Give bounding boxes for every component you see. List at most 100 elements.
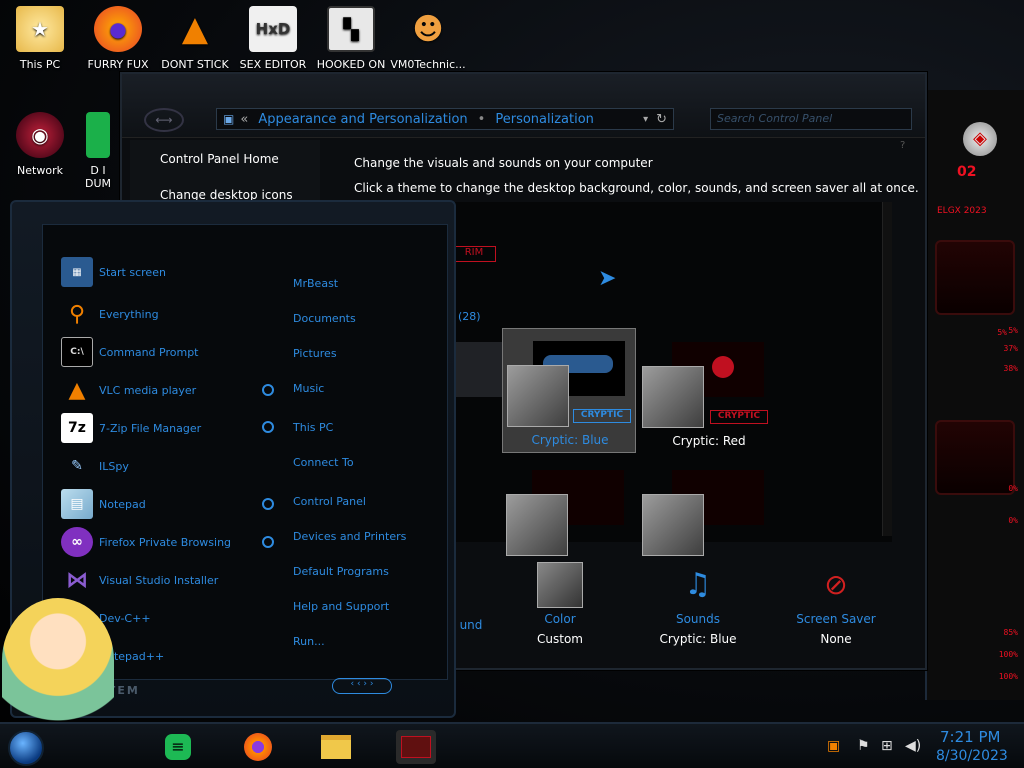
start-link-mrbeast[interactable]: MrBeast (293, 277, 338, 290)
theme-item-cryptic-red[interactable]: CRYPTIC Cryptic: Red (642, 330, 776, 455)
submenu-arrow-icon[interactable] (262, 384, 274, 396)
start-link-run[interactable]: Run... (293, 635, 325, 648)
hxd-icon: HxD (249, 6, 297, 52)
screen-saver-link[interactable]: ⊘ Screen Saver None (781, 562, 891, 646)
theme-settings-bar: und Color Custom ♫ Sounds Cryptic: Blue … (452, 552, 922, 662)
tray-network-icon[interactable]: ⊞ (881, 738, 893, 754)
submenu-arrow-icon[interactable] (262, 498, 274, 510)
person-icon: ☻ (412, 11, 444, 47)
alien-meter-1: 5% (935, 240, 1015, 337)
alien-pct-5: 0% (1008, 516, 1018, 525)
star-character-image (2, 598, 114, 722)
taskbar-game[interactable] (396, 730, 436, 764)
firefox-icon (244, 733, 272, 761)
theme-color-swatch (507, 365, 569, 427)
private-browsing-icon: ∞ (61, 527, 93, 557)
gallery-scrollbar[interactable] (882, 202, 892, 536)
theme-item-row2-a[interactable] (502, 458, 636, 556)
start-menu-body: ▦ Start screen ⚲ Everything C:\ Command Pro… (42, 224, 448, 680)
desktop-icon-this-pc[interactable]: ★ This PC (0, 6, 80, 71)
start-button-orb-icon[interactable] (8, 730, 44, 766)
mouse-cursor-icon: ➤ (598, 266, 617, 291)
desktop-icon-hooked-on[interactable]: ▚ HOOKED ON (311, 6, 391, 71)
color-link[interactable]: Color Custom (505, 562, 615, 646)
app-notepad[interactable]: ▤ Notepad (61, 488, 146, 520)
app-ilspy[interactable]: ✎ ILSpy (61, 450, 129, 482)
app-vlc[interactable]: ▲ VLC media player (61, 374, 197, 406)
back-forward-icon[interactable]: ⟷ (144, 108, 184, 132)
notepad-icon: ▤ (61, 489, 93, 519)
app-7zip[interactable]: 7z 7-Zip File Manager (61, 412, 201, 444)
submenu-arrow-icon[interactable] (262, 421, 274, 433)
refresh-icon[interactable]: ↻ (656, 112, 667, 127)
page-heading: Change the visuals and sounds on your co… (354, 156, 653, 170)
control-panel-titlebar: ⟷ ▣ « Appearance and Personalization • P… (122, 74, 925, 138)
breadcrumb-appearance[interactable]: Appearance and Personalization (258, 112, 467, 127)
start-link-connect-to[interactable]: Connect To (293, 456, 354, 469)
search-input[interactable]: Search Control Panel (710, 108, 912, 130)
screen-saver-icon: ⊘ (824, 568, 848, 601)
address-bar[interactable]: ▣ « Appearance and Personalization • Per… (216, 108, 674, 130)
app-command-prompt[interactable]: C:\ Command Prompt (61, 336, 199, 368)
tray-volume-icon[interactable]: ◀) (905, 738, 921, 754)
game-icon (401, 736, 431, 758)
alien-pct-1: 5% (1008, 326, 1018, 335)
start-link-pictures[interactable]: Pictures (293, 347, 337, 360)
app-vs-installer[interactable]: ⋈ Visual Studio Installer (61, 564, 218, 596)
theme-gallery: (28) RIM ➤ am CRYPTIC Cryptic: Blue (452, 202, 892, 556)
start-screen-icon: ▦ (61, 257, 93, 287)
clock-date[interactable]: 8/30/2023 (936, 748, 1008, 764)
help-icon[interactable]: ? (900, 140, 905, 151)
start-nav-arrows-icon[interactable]: ‹ ‹ › › (332, 678, 392, 694)
control-panel-icon: ▣ (223, 112, 235, 126)
alien-pct-7: 100% (998, 650, 1018, 659)
rim-thumb-text: RIM (452, 246, 496, 262)
nav-control-panel-home[interactable]: Control Panel Home (160, 152, 279, 166)
ilspy-icon: ✎ (71, 458, 83, 474)
alien-pct-3: 38% (1003, 364, 1018, 373)
theme-count: (28) (458, 310, 481, 323)
tray-app-icon[interactable]: ▣ (827, 738, 840, 754)
start-link-default-programs[interactable]: Default Programs (293, 565, 389, 578)
app-firefox-private[interactable]: ∞ Firefox Private Browsing (61, 526, 231, 558)
star-character-icon: ★ (16, 6, 64, 52)
page-subheading: Click a theme to change the desktop back… (354, 181, 919, 195)
firefox-icon: ● (94, 6, 142, 52)
taskbar-file-explorer[interactable] (316, 730, 356, 764)
desktop-icon-furry-fux[interactable]: ● FURRY FUX (78, 6, 158, 71)
desktop-icon-sex-editor[interactable]: HxD SEX EDITOR (233, 6, 313, 71)
desktop-icon-network[interactable]: ◉ Network (0, 112, 80, 177)
alien-gadget-panel: ◈ 02 ELGX 2023 5% 5% 37% 38% 0% 0% 85% 1… (925, 90, 1024, 700)
terminal-icon: C:\ (61, 337, 93, 367)
start-link-documents[interactable]: Documents (293, 312, 356, 325)
taskbar-firefox[interactable] (238, 730, 278, 764)
visual-studio-icon: ⋈ (66, 567, 88, 593)
breadcrumb-personalization[interactable]: Personalization (495, 112, 594, 127)
app-start-screen[interactable]: ▦ Start screen (61, 256, 166, 288)
breadcrumb-overflow[interactable]: « (240, 112, 248, 127)
sounds-link[interactable]: ♫ Sounds Cryptic: Blue (643, 562, 753, 646)
tray-flag-icon[interactable]: ⚑ (857, 738, 870, 754)
theme-item-row2-b[interactable] (642, 458, 776, 556)
network-icon: ◉ (16, 112, 64, 158)
submenu-arrow-icon[interactable] (262, 536, 274, 548)
theme-item-cryptic-blue[interactable]: CRYPTIC Cryptic: Blue (502, 328, 636, 453)
start-link-help-support[interactable]: Help and Support (293, 600, 389, 613)
app-everything[interactable]: ⚲ Everything (61, 298, 159, 330)
start-link-music[interactable]: Music (293, 382, 324, 395)
start-link-control-panel[interactable]: Control Panel (293, 495, 366, 508)
clock-time[interactable]: 7:21 PM (940, 728, 1000, 746)
chevron-down-icon[interactable]: ▾ (643, 114, 648, 125)
desktop-icon-dum[interactable]: D I DUM (78, 112, 118, 190)
start-link-devices-printers[interactable]: Devices and Printers (293, 530, 406, 543)
alien-pct-6: 85% (1003, 628, 1018, 637)
desktop: ★ This PC ● FURRY FUX ▲ DONT STICK HxD S… (0, 0, 1024, 768)
start-link-this-pc[interactable]: This PC (293, 421, 333, 434)
desktop-icon-vm0[interactable]: ☻ VM0Technic... (388, 6, 468, 72)
desktop-icon-dont-stick[interactable]: ▲ DONT STICK (155, 6, 235, 71)
taskbar-spotify[interactable]: ≡ (158, 730, 198, 764)
app-icon: ▚ (327, 6, 375, 52)
app-icon (86, 112, 110, 158)
theme-color-swatch (642, 366, 704, 428)
taskbar: ≡ ▣ ⚑ ⊞ ◀) 7:21 PM 8/30/2023 (0, 722, 1024, 768)
